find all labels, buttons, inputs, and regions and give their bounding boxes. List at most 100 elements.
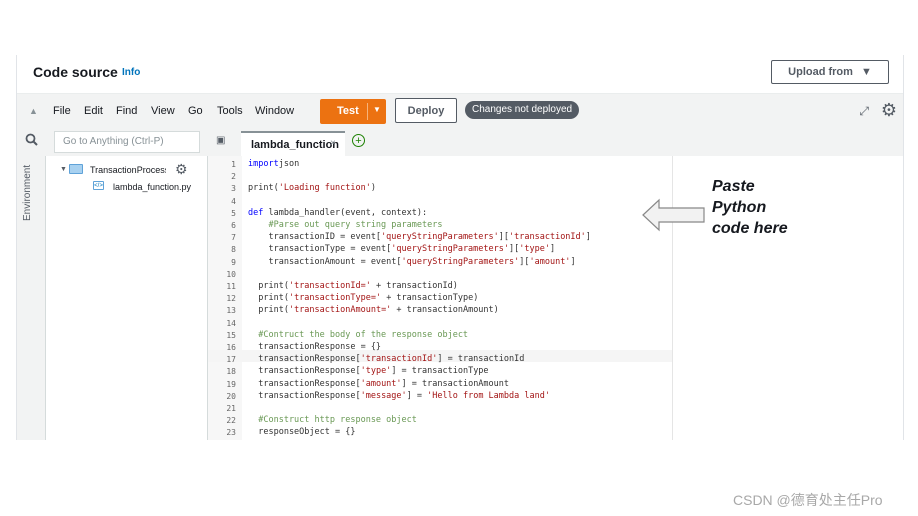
code-token: def [248,207,264,218]
menu-window[interactable]: Window [255,105,294,117]
code-token: transactionResponse[ [248,354,361,365]
code-token: responseObject = {} [248,427,356,438]
code-token: #Parse out query string parameters [248,220,443,230]
code-token: 'type' [360,366,392,377]
code-line[interactable]: print('Loading function') [248,183,376,193]
caret-down-icon: ▼ [860,66,872,78]
menu-go[interactable]: Go [188,105,203,117]
environment-sidebar[interactable]: Environment [17,156,46,440]
folder-expand-icon[interactable]: ▼ [60,166,67,173]
line-number: 9 [231,257,236,267]
line-number: 17 [226,355,236,365]
tree-settings-gear-icon[interactable]: ⚙ [175,161,188,178]
info-link[interactable]: Info [122,67,140,78]
test-button[interactable]: Test ▼ [320,99,386,124]
code-token: print( [248,183,279,194]
collapse-up-icon[interactable]: ▲ [29,106,38,116]
code-token: 'queryStringParameters' [401,256,520,267]
code-token: lambda_handler(event, context): [263,207,428,218]
code-token: 'Hello from Lambda land' [427,390,550,401]
file-tree: ▼ TransactionProcessor ⚙ </> lambda_func… [46,156,208,440]
add-tab-icon[interactable]: + [352,134,365,147]
code-line[interactable]: transactionType = event['queryStringPara… [248,244,555,254]
code-token: transactionAmount = event[ [248,256,402,267]
menu-tools[interactable]: Tools [217,105,243,117]
code-line[interactable]: #Construct http response object [248,415,417,425]
code-token: 'amount' [360,378,402,389]
code-token: + transactionType) [381,293,479,304]
go-to-anything-input[interactable]: Go to Anything (Ctrl-P) [54,131,200,153]
menu-view[interactable]: View [151,105,175,117]
ide-menubar: ▲ File Edit Find View Go Tools Window Te… [17,94,903,128]
line-number: 1 [231,160,236,169]
code-line[interactable]: print('transactionType=' + transactionTy… [248,293,478,303]
menu-find[interactable]: Find [116,105,137,117]
code-token: transactionResponse[ [248,366,361,377]
tree-folder-name[interactable]: TransactionProcessor [90,165,166,175]
code-token: ][ [509,244,520,255]
code-token: 'transactionId' [360,354,438,365]
code-line[interactable]: transactionResponse['amount'] = transact… [248,379,509,389]
code-token: json [278,159,300,169]
code-token: 'transactionId=' [288,281,371,291]
code-line[interactable]: print('transactionAmount=' + transaction… [248,305,499,315]
line-number: 8 [231,245,236,255]
code-token: 'type' [519,244,550,255]
code-token: print( [248,281,289,291]
code-line[interactable]: transactionResponse['type'] = transactio… [248,366,488,377]
line-number: 18 [226,367,236,377]
python-file-icon: </> [93,181,104,190]
line-number: 2 [231,172,236,182]
code-line[interactable]: #Parse out query string parameters [248,220,442,230]
menu-edit[interactable]: Edit [84,105,103,117]
code-token: import [248,159,279,169]
code-token: ] = transactionAmount [401,378,510,389]
tree-file-lambda[interactable]: lambda_function.py [113,182,191,192]
code-line[interactable]: transactionID = event['queryStringParame… [248,232,590,243]
code-token: 'Loading function' [278,183,371,194]
close-tab-icon[interactable]: × [330,138,336,149]
code-source-panel: Code source Info Upload from ▼ ▲ File Ed… [16,55,904,440]
code-token: 'message' [360,390,407,401]
line-number: 7 [231,233,236,243]
status-badge: Changes not deployed [465,101,580,119]
upload-from-button[interactable]: Upload from ▼ [771,60,889,84]
code-line[interactable]: #Contruct the body of the response objec… [248,330,468,340]
tabs-menu-icon[interactable]: ▣ [216,135,225,146]
code-token: 'transactionType=' [288,293,382,304]
code-token: ] = transactionId [437,354,525,365]
tab-lambda-function[interactable]: lambda_function × [241,131,345,156]
code-token: ][ [519,256,530,267]
annotation-line-2: Python [712,199,767,216]
code-token: 'queryStringParameters' [391,244,509,255]
code-line[interactable]: def lambda_handler(event, context): [248,208,427,218]
code-line[interactable]: responseObject = {} [248,427,355,437]
code-line[interactable]: importjson [248,159,299,169]
line-number: 15 [226,330,236,340]
test-button-divider [367,103,368,120]
code-token: transactionID = event[ [248,232,382,243]
line-number: 16 [226,343,236,352]
code-line[interactable]: transactionResponse = {} [248,342,381,352]
panel-header: Code source Info Upload from ▼ [17,55,903,94]
line-number: 12 [226,294,236,304]
gear-icon[interactable]: ⚙ [881,100,897,121]
fullscreen-icon[interactable]: ⤢ [859,104,869,119]
line-number: 22 [226,416,236,426]
annotation-line-3: code here [712,220,788,237]
code-line[interactable]: transactionResponse['transactionId'] = t… [248,354,524,364]
code-line[interactable]: print('transactionId=' + transactionId) [248,281,458,291]
deploy-button[interactable]: Deploy [395,98,457,123]
line-number: 14 [226,318,236,328]
test-dropdown-caret-icon[interactable]: ▼ [373,105,381,114]
deploy-button-label: Deploy [407,104,445,117]
watermark: CSDN @德育处主任Pro [733,492,883,508]
code-token: 'amount' [529,256,571,267]
test-button-label: Test [337,105,359,117]
code-token: #Contruct the body of the response objec… [248,329,469,340]
code-editor[interactable]: 1 importjson 2 3 print('Loading function') 4 5… [208,156,903,440]
code-line[interactable]: transactionAmount = event['queryStringPa… [248,256,575,267]
code-line[interactable]: transactionResponse['message'] = 'Hello … [248,391,550,401]
menu-file[interactable]: File [53,105,71,117]
search-icon[interactable] [25,133,38,149]
